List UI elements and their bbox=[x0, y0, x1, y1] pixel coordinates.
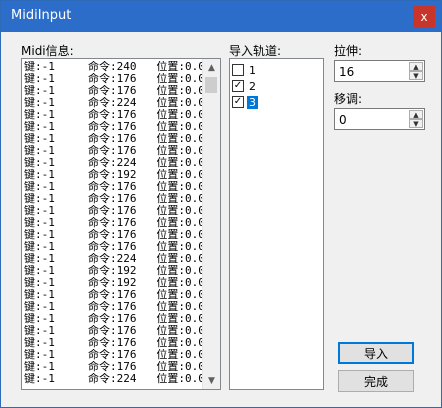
arrow-up-icon: ▲ bbox=[413, 62, 419, 71]
midi-event-row[interactable]: 键:-1 命令:176 位置:0.00 bbox=[24, 85, 202, 97]
midi-event-row[interactable]: 键:-1 命令:176 位置:0.00 bbox=[24, 289, 202, 301]
track-checkbox[interactable]: ✓ bbox=[232, 80, 244, 92]
midi-event-row[interactable]: 键:-1 命令:176 位置:0.00 bbox=[24, 121, 202, 133]
done-button[interactable]: 完成 bbox=[338, 370, 414, 392]
midi-event-row[interactable]: 键:-1 命令:176 位置:0.00 bbox=[24, 313, 202, 325]
scroll-up-button[interactable]: ▲ bbox=[203, 59, 220, 76]
import-tracks-label: 导入轨道: bbox=[229, 44, 282, 58]
track-item-3[interactable]: ✓ 3 bbox=[232, 94, 258, 110]
midi-event-row[interactable]: 键:-1 命令:176 位置:0.00 bbox=[24, 181, 202, 193]
track-label: 2 bbox=[249, 79, 256, 93]
close-button[interactable]: x bbox=[413, 6, 435, 28]
transpose-increment-button[interactable]: ▲ bbox=[409, 110, 423, 119]
midi-event-row[interactable]: 键:-1 命令:176 位置:0.00 bbox=[24, 301, 202, 313]
title-bar[interactable]: MidiInput x bbox=[1, 1, 441, 32]
track-item-1[interactable]: 1 bbox=[232, 62, 258, 78]
midi-event-row[interactable]: 键:-1 命令:176 位置:0.00 bbox=[24, 241, 202, 253]
midi-event-row[interactable]: 键:-1 命令:176 位置:0.00 bbox=[24, 73, 202, 85]
midi-event-row[interactable]: 键:-1 命令:176 位置:0.00 bbox=[24, 229, 202, 241]
midi-event-row[interactable]: 键:-1 命令:176 位置:0.00 bbox=[24, 337, 202, 349]
midi-event-row[interactable]: 键:-1 命令:176 位置:0.00 bbox=[24, 217, 202, 229]
arrow-up-icon: ▲ bbox=[413, 110, 419, 119]
stretch-increment-button[interactable]: ▲ bbox=[409, 62, 423, 71]
arrow-down-icon: ▼ bbox=[208, 375, 215, 386]
midi-event-row[interactable]: 键:-1 命令:224 位置:0.00 bbox=[24, 97, 202, 109]
midi-event-row[interactable]: 键:-1 命令:192 位置:0.00 bbox=[24, 169, 202, 181]
midi-info-label: Midi信息: bbox=[21, 44, 74, 58]
arrow-up-icon: ▲ bbox=[208, 62, 215, 73]
arrow-down-icon: ▼ bbox=[413, 119, 419, 128]
midi-event-row[interactable]: 键:-1 命令:176 位置:0.00 bbox=[24, 133, 202, 145]
midi-event-row[interactable]: 键:-1 命令:224 位置:0.00 bbox=[24, 373, 202, 385]
midi-event-row[interactable]: 键:-1 命令:176 位置:0.00 bbox=[24, 205, 202, 217]
transpose-decrement-button[interactable]: ▼ bbox=[409, 119, 423, 128]
stretch-spinbox[interactable]: 16 ▲ ▼ bbox=[334, 60, 425, 82]
midi-event-row[interactable]: 键:-1 命令:224 位置:0.00 bbox=[24, 253, 202, 265]
midi-input-dialog: MidiInput x Midi信息: 键:-1 命令:240 位置:0.00 键… bbox=[0, 0, 442, 408]
transpose-value: 0 bbox=[339, 113, 347, 127]
transpose-spinbox[interactable]: 0 ▲ ▼ bbox=[334, 108, 425, 130]
midi-event-row[interactable]: 键:-1 命令:192 位置:0.00 bbox=[24, 277, 202, 289]
midi-event-row[interactable]: 键:-1 命令:192 位置:0.00 bbox=[24, 265, 202, 277]
track-checkbox[interactable]: ✓ bbox=[232, 96, 244, 108]
window-title: MidiInput bbox=[11, 8, 72, 23]
transpose-label: 移调: bbox=[334, 92, 363, 106]
midi-event-row[interactable]: 键:-1 命令:176 位置:0.00 bbox=[24, 145, 202, 157]
scroll-thumb[interactable] bbox=[205, 77, 217, 93]
midi-event-row[interactable]: 键:-1 命令:176 位置:0.00 bbox=[24, 325, 202, 337]
stretch-value: 16 bbox=[339, 65, 355, 79]
midi-event-row[interactable]: 键:-1 命令:176 位置:0.00 bbox=[24, 193, 202, 205]
track-label: 3 bbox=[247, 95, 258, 109]
midi-event-row[interactable]: 键:-1 命令:240 位置:0.00 bbox=[24, 61, 202, 73]
vertical-scrollbar[interactable]: ▲ ▼ bbox=[202, 59, 220, 389]
track-label: 1 bbox=[249, 63, 256, 77]
track-list[interactable]: 1 ✓ 2 ✓ 3 bbox=[229, 58, 324, 390]
arrow-down-icon: ▼ bbox=[413, 71, 419, 80]
midi-event-row[interactable]: 键:-1 命令:176 位置:0.00 bbox=[24, 109, 202, 121]
midi-event-row[interactable]: 键:-1 命令:176 位置:0.00 bbox=[24, 349, 202, 361]
import-button[interactable]: 导入 bbox=[338, 342, 414, 364]
stretch-decrement-button[interactable]: ▼ bbox=[409, 71, 423, 80]
midi-event-row[interactable]: 键:-1 命令:176 位置:0.00 bbox=[24, 361, 202, 373]
close-icon: x bbox=[420, 10, 428, 24]
scroll-down-button[interactable]: ▼ bbox=[203, 372, 220, 389]
midi-info-list[interactable]: 键:-1 命令:240 位置:0.00 键:-1 命令:176 位置:0.00 键:… bbox=[21, 58, 221, 390]
stretch-label: 拉伸: bbox=[334, 44, 363, 58]
midi-event-row[interactable]: 键:-1 命令:224 位置:0.00 bbox=[24, 157, 202, 169]
track-item-2[interactable]: ✓ 2 bbox=[232, 78, 258, 94]
track-checkbox[interactable] bbox=[232, 64, 244, 76]
